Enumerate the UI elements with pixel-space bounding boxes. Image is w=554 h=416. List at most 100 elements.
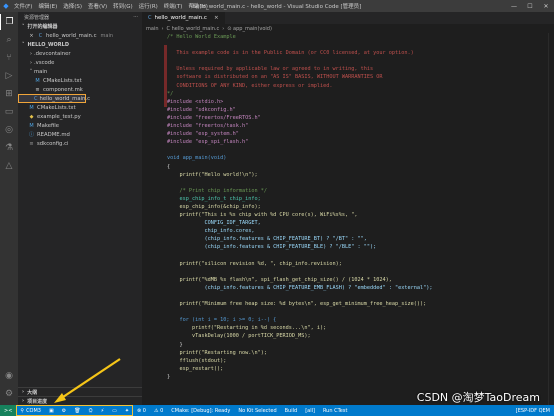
code-line[interactable]: software is distributed on an "AS IS" BA… <box>167 73 547 81</box>
editor-scrollbar[interactable] <box>548 33 554 405</box>
project-section[interactable]: ˅ HELLO_WORLD <box>18 40 142 49</box>
code-line[interactable]: vTaskDelay(1000 / portTICK_PERIOD_MS); <box>167 332 547 340</box>
code-line[interactable]: chip_info.cores, <box>167 227 547 235</box>
outline-section[interactable]: › 大纲 <box>18 387 142 396</box>
menu-terminal[interactable]: 终端(T) <box>164 2 183 10</box>
menu-help[interactable]: 帮助(H) <box>188 2 207 10</box>
extensions-icon[interactable]: ⊞ <box>0 86 18 102</box>
code-line[interactable]: { <box>167 163 547 171</box>
code-line[interactable] <box>167 308 547 316</box>
code-line[interactable]: esp_chip_info(&chip_info); <box>167 203 547 211</box>
code-line[interactable]: (chip_info.features & CHIP_FEATURE_BT) ?… <box>167 235 547 243</box>
tree-item[interactable]: M Makefile <box>18 121 142 130</box>
menu-run[interactable]: 运行(R) <box>139 2 158 10</box>
code-line[interactable] <box>167 292 547 300</box>
code-line[interactable]: #include "esp_spi_flash.h" <box>167 138 547 146</box>
code-line[interactable]: esp_chip_info_t chip_info; <box>167 195 547 203</box>
code-lines[interactable]: /* Hello World Example This example code… <box>167 33 547 381</box>
code-line[interactable]: } <box>167 373 547 381</box>
code-line[interactable]: #include "freertos/FreeRTOS.h" <box>167 114 547 122</box>
tree-item[interactable]: ⓘ README.md <box>18 130 142 139</box>
esp-idf-icon[interactable]: ◎ <box>0 122 18 138</box>
tree-item[interactable]: M CMakeLists.txt <box>18 76 142 85</box>
code-line[interactable]: printf("Hello world!\n"); <box>167 171 547 179</box>
code-line[interactable]: printf("This is %s chip with %d CPU core… <box>167 211 547 219</box>
code-line[interactable]: /* Hello World Example <box>167 33 547 41</box>
code-line[interactable] <box>167 41 547 49</box>
explorer-icon[interactable]: ❐ <box>0 14 18 30</box>
code-line[interactable]: /* Print chip information */ <box>167 187 547 195</box>
menuconfig-icon[interactable]: ⚙ <box>58 405 70 416</box>
code-line[interactable]: */ <box>167 90 547 98</box>
tree-item[interactable]: ◆ example_test.py <box>18 112 142 121</box>
remote-explorer-icon[interactable]: ▭ <box>0 104 18 120</box>
source-control-icon[interactable]: ⑂ <box>0 50 18 66</box>
code-line[interactable]: (chip_info.features & CHIP_FEATURE_BLE) … <box>167 243 547 251</box>
code-line[interactable]: CONDITIONS OF ANY KIND, either express o… <box>167 82 547 90</box>
code-line[interactable]: CONFIG_IDF_TARGET, <box>167 219 547 227</box>
tree-item[interactable]: ≡ component.mk <box>18 85 142 94</box>
run-ctest-button[interactable]: Run CTest <box>319 405 352 416</box>
tree-item[interactable]: ˅ main <box>18 67 142 76</box>
run-debug-icon[interactable]: ▷ <box>0 68 18 84</box>
open-editors-section[interactable]: ˅ 打开的编辑器 <box>18 22 142 31</box>
code-editor[interactable]: /* Hello World Example This example code… <box>142 33 554 405</box>
code-line[interactable]: printf("Minimum free heap size: %d bytes… <box>167 300 547 308</box>
code-line[interactable] <box>167 268 547 276</box>
flash-icon[interactable]: ⚡ <box>97 405 109 416</box>
close-icon[interactable]: × <box>28 33 35 39</box>
close-window-button[interactable]: ✕ <box>538 0 554 12</box>
target-all[interactable]: [all] <box>301 405 319 416</box>
menu-selection[interactable]: 选择(S) <box>63 2 82 10</box>
code-line[interactable]: printf("%dMB %s flash\n", spi_flash_get_… <box>167 276 547 284</box>
target-icon[interactable]: ▣ <box>45 405 58 416</box>
breadcrumb-symbol[interactable]: ⊙ app_main(void) <box>227 26 272 32</box>
open-editor-item[interactable]: × C hello_world_main.c main <box>18 31 142 40</box>
code-line[interactable]: printf("Restarting now.\n"); <box>167 349 547 357</box>
code-line[interactable] <box>167 57 547 65</box>
breadcrumb-folder[interactable]: main <box>146 26 159 32</box>
remote-indicator[interactable]: >< <box>0 405 17 416</box>
code-line[interactable]: (chip_info.features & CHIP_FEATURE_EMB_F… <box>167 284 547 292</box>
tab-hello-world-main[interactable]: C hello_world_main.c × <box>142 12 225 24</box>
code-line[interactable]: #include "sdkconfig.h" <box>167 106 547 114</box>
menu-view[interactable]: 查看(V) <box>88 2 107 10</box>
more-actions-icon[interactable]: ··· <box>133 14 142 20</box>
minimize-button[interactable]: — <box>506 0 522 12</box>
code-line[interactable]: printf("Restarting in %d seconds...\n", … <box>167 324 547 332</box>
code-line[interactable]: #include "freertos/task.h" <box>167 122 547 130</box>
code-line[interactable] <box>167 146 547 154</box>
code-line[interactable] <box>167 179 547 187</box>
monitor-icon[interactable]: ▭ <box>108 405 121 416</box>
build-button[interactable]: Build <box>281 405 302 416</box>
tree-item[interactable]: Chello_world_main.c <box>18 94 90 103</box>
code-line[interactable] <box>167 252 547 260</box>
cmake-status[interactable]: CMake: [Debug]: Ready <box>167 405 234 416</box>
fullclean-icon[interactable]: 🗑 <box>70 405 84 416</box>
tree-item[interactable]: ≡ sdkconfig.ci <box>18 139 142 148</box>
menu-go[interactable]: 转到(G) <box>113 2 133 10</box>
code-line[interactable]: void app_main(void) <box>167 154 547 162</box>
maximize-button[interactable]: ☐ <box>522 0 538 12</box>
code-line[interactable]: esp_restart(); <box>167 365 547 373</box>
close-tab-icon[interactable]: × <box>214 15 219 21</box>
build-flash-monitor-icon[interactable]: ✦ <box>121 405 133 416</box>
code-line[interactable]: #include "esp_system.h" <box>167 130 547 138</box>
code-line[interactable]: This example code is in the Public Domai… <box>167 49 547 57</box>
menu-file[interactable]: 文件(F) <box>14 2 32 10</box>
esp-idf-qemu[interactable]: [ESP-IDF QEM <box>512 405 554 416</box>
tree-item[interactable]: › .vscode <box>18 58 142 67</box>
problems-errors[interactable]: ⊗ 0 <box>133 405 150 416</box>
breadcrumb-file[interactable]: C hello_world_main.c <box>167 26 220 32</box>
code-line[interactable]: Unless required by applicable law or agr… <box>167 65 547 73</box>
code-line[interactable]: } <box>167 341 547 349</box>
port-selector[interactable]: ⚲ COM3 <box>16 405 45 416</box>
code-line[interactable]: printf("silicon revision %d, ", chip_inf… <box>167 260 547 268</box>
code-line[interactable]: #include <stdio.h> <box>167 98 547 106</box>
timeline-section[interactable]: › 项目进度 <box>18 396 142 405</box>
build-icon[interactable]: ⛭ <box>85 405 97 416</box>
search-icon[interactable]: ⌕ <box>0 32 18 48</box>
kit-selector[interactable]: No Kit Selected <box>234 405 280 416</box>
menu-edit[interactable]: 编辑(E) <box>38 2 57 10</box>
problems-warnings[interactable]: ⚠ 0 <box>150 405 167 416</box>
